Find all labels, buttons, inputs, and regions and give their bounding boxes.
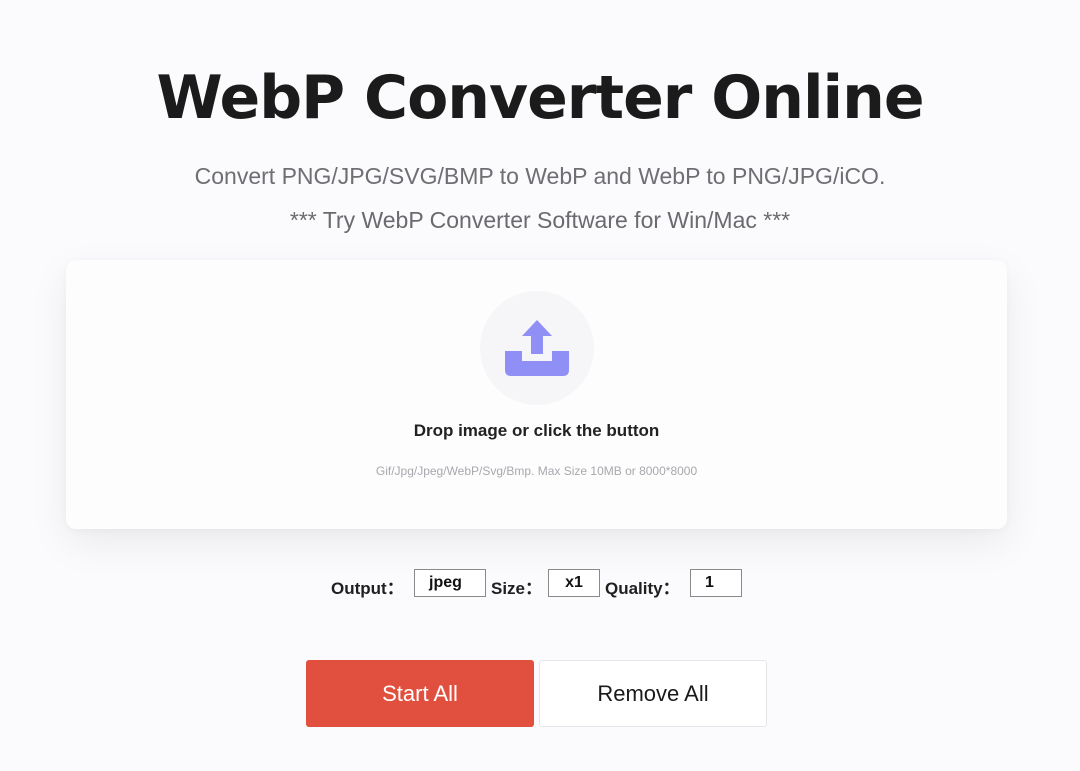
page-title: WebP Converter Online bbox=[156, 63, 924, 133]
quality-label: Quality： bbox=[605, 579, 680, 598]
quality-input[interactable]: 1 bbox=[690, 569, 742, 597]
start-all-button[interactable]: Start All bbox=[306, 660, 534, 727]
output-label: Output： bbox=[331, 579, 404, 598]
size-label: Size： bbox=[491, 579, 543, 598]
upload-tray-icon bbox=[505, 320, 569, 376]
upload-button[interactable] bbox=[480, 291, 594, 405]
page-subtitle: Convert PNG/JPG/SVG/BMP to WebP and WebP… bbox=[194, 163, 886, 189]
remove-all-button[interactable]: Remove All bbox=[539, 660, 767, 727]
drop-hint: Gif/Jpg/Jpeg/WebP/Svg/Bmp. Max Size 10MB… bbox=[375, 464, 698, 478]
software-promo[interactable]: *** Try WebP Converter Software for Win/… bbox=[0, 206, 1080, 234]
conversion-options: Output： jpeg Size： x1 Quality： 1 bbox=[0, 568, 1080, 600]
image-drop-zone[interactable]: Drop image or click the button Gif/Jpg/J… bbox=[66, 260, 1007, 529]
drop-title: Drop image or click the button bbox=[413, 421, 660, 440]
size-select[interactable]: x1 bbox=[548, 569, 600, 597]
output-format-select[interactable]: jpeg bbox=[414, 569, 486, 597]
software-promo-link[interactable]: *** Try WebP Converter Software for Win/… bbox=[290, 207, 790, 233]
